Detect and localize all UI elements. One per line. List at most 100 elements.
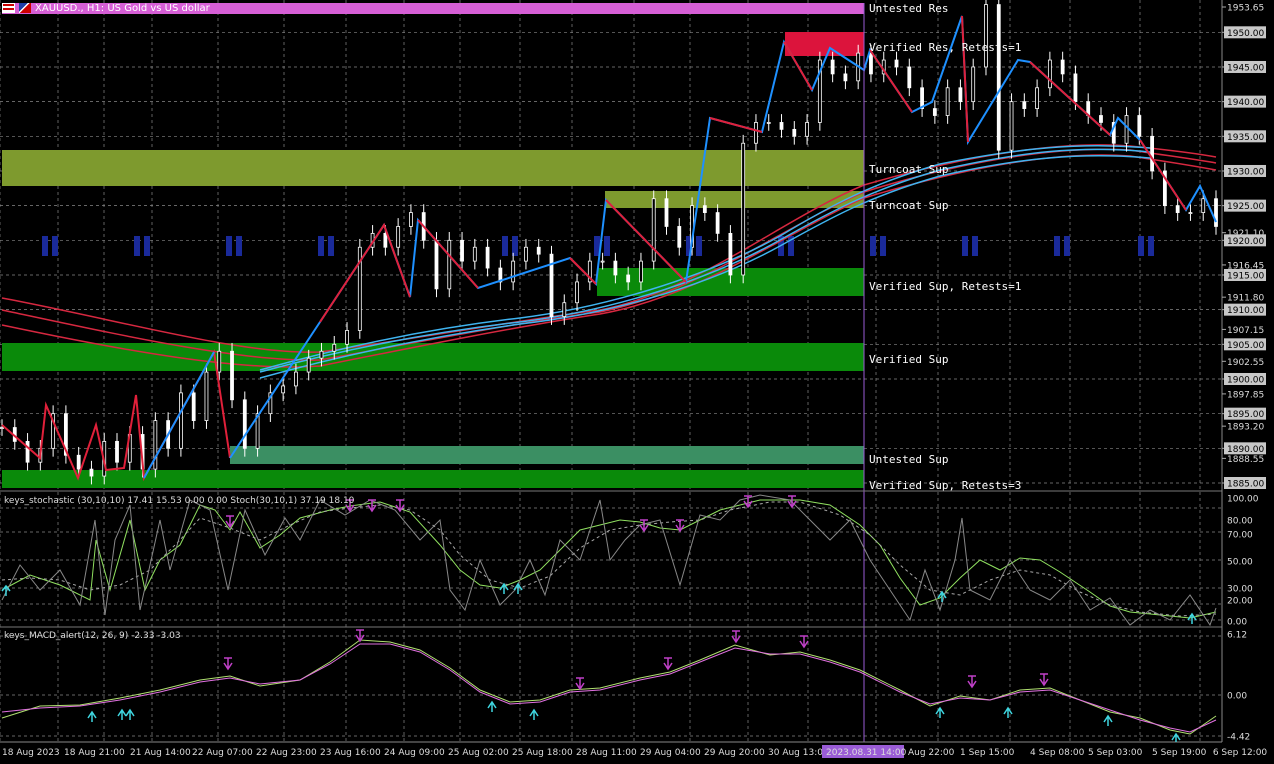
price-candle-body [996,4,1001,151]
price-axis-label: 1925.00 [1227,202,1264,212]
time-axis-label: 25 Aug 02:00 [448,748,509,758]
flag-icon [19,3,31,13]
price-axis-label: 1907.15 [1227,326,1264,336]
price-axis-label: 1897.85 [1227,390,1264,400]
price-candle-body [805,122,809,137]
price-candle-body [715,212,720,234]
time-axis-label: 6 Sep 12:00 [1213,748,1268,758]
stochastic-axis-label: 30.00 [1227,585,1253,595]
price-candle-body [25,440,30,463]
label-verified-res: Verified Res, Retests=1 [869,41,1021,54]
price-candle-body [409,212,413,227]
price-candle-body [230,350,234,401]
price-candle-body [639,260,643,283]
price-candle-body [792,128,797,137]
price-candle-body [1201,198,1206,213]
label-turncoat-sup-1: Turncoat Sup [869,163,948,176]
flag-icon [2,3,15,13]
stochastic-axis: 100.00 80.00 70.00 50.00 30.00 20.00 0.00 [1227,495,1259,628]
untested-support-zone [230,446,864,464]
time-axis-label: 5 Sep 19:00 [1152,748,1207,758]
label-untested-sup: Untested Sup [869,453,948,466]
price-candle-body [524,246,528,262]
price-candle-body [1073,73,1078,103]
price-axis-label: 1888.55 [1227,455,1264,465]
label-verified-sup: Verified Sup [869,353,948,366]
label-verified-sup-r1: Verified Sup, Retests=1 [869,280,1021,293]
time-axis[interactable]: 18 Aug 2023 18 Aug 21:00 21 Aug 14:00 22 Au… [2,745,1267,758]
price-candle-body [907,66,912,89]
symbol-title: XAUUSD., H1: US Gold vs US dollar [35,2,210,14]
price-axis-label: 1885.00 [1227,480,1264,490]
time-axis-label: 25 Aug 18:00 [512,748,573,758]
price-candle-body [600,260,605,263]
price-candle-body [1150,135,1155,172]
verified-support-zone-retests-3 [2,470,864,488]
cursor-time-label: 2023.08.31 14:00 [826,748,907,758]
price-axis-label: 1950.00 [1227,29,1264,39]
price-candle-body [434,239,439,290]
price-candle-body [1060,59,1065,75]
time-axis-label: 21 Aug 14:00 [130,748,191,758]
price-candle-body [869,52,873,75]
chart-header: XAUUSD., H1: US Gold vs US dollar [2,1,210,15]
price-axis[interactable]: 1953.65 1950.00 1945.00 1940.00 1935.00 1930.… [1222,4,1266,490]
price-candle-body [447,239,452,290]
price-axis-label: 1953.65 [1227,4,1264,14]
price-axis-label: 1920.00 [1227,237,1264,247]
macd-indicator-label: keys_MACD_alert(12, 26, 9) -2.33 -3.03 [4,631,181,641]
price-candle-body [677,226,682,248]
price-candle-body [1188,212,1193,214]
time-axis-label: 18 Aug 2023 [2,748,60,758]
price-candle-body [511,260,516,283]
price-candle-body [1124,115,1129,144]
price-candle-body [536,246,541,255]
price-candle-body [702,205,707,213]
price-candle-body [1137,115,1142,137]
macd-pane [1,639,1217,735]
price-candle-body [664,198,669,227]
price-axis-label: 1900.00 [1227,375,1264,385]
macd-axis-label: 6.12 [1227,631,1247,641]
price-candle-body [843,73,848,82]
price-candle-body [191,392,196,421]
price-candle-body [1022,101,1027,109]
price-candle-body [89,468,94,477]
price-candle-body [345,330,349,345]
price-candle-body [306,357,311,373]
price-axis-label: 1911.80 [1227,294,1264,304]
price-candle-body [485,246,490,269]
time-axis-label: 18 Aug 21:00 [64,748,125,758]
price-candle-body [626,274,631,283]
price-candle-body [383,232,388,248]
price-candle-body [1214,198,1218,227]
price-axis-label: 1902.55 [1227,358,1264,368]
price-candle-body [754,122,758,144]
price-candle-body [575,281,579,304]
price-candle-body [562,302,567,317]
stochastic-axis-label: 70.00 [1227,531,1253,541]
macd-axis-label: -4.42 [1227,733,1250,743]
time-axis-label: 4 Sep 08:00 [1030,748,1085,758]
stochastic-axis-label: 20.00 [1227,597,1253,607]
price-axis-label: 1910.00 [1227,306,1264,316]
price-candle-body [1047,59,1052,89]
trading-chart[interactable]: Untested Res Verified Res, Retests=1 Tur… [0,0,1274,764]
price-axis-label: 1905.00 [1227,341,1264,351]
time-axis-label: 1 Sep 15:00 [960,748,1015,758]
price-candle-body [153,420,158,470]
stochastic-axis-label: 80.00 [1227,517,1253,527]
time-axis-label: 22 Aug 23:00 [256,748,317,758]
time-axis-label: 29 Aug 04:00 [640,748,701,758]
stochastic-axis-label: 50.00 [1227,558,1253,568]
time-axis-label: 22 Aug 07:00 [192,748,253,758]
price-candle-body [472,246,477,262]
price-candle-body [1175,205,1180,213]
time-axis-label: 5 Sep 03:00 [1088,748,1143,758]
time-axis-label: 28 Aug 11:00 [576,748,637,758]
price-axis-label: 1893.20 [1227,423,1264,433]
price-candle-body [779,122,784,130]
price-candle-body [242,399,247,449]
price-candle-body [971,66,976,103]
price-candle-body [651,198,656,262]
